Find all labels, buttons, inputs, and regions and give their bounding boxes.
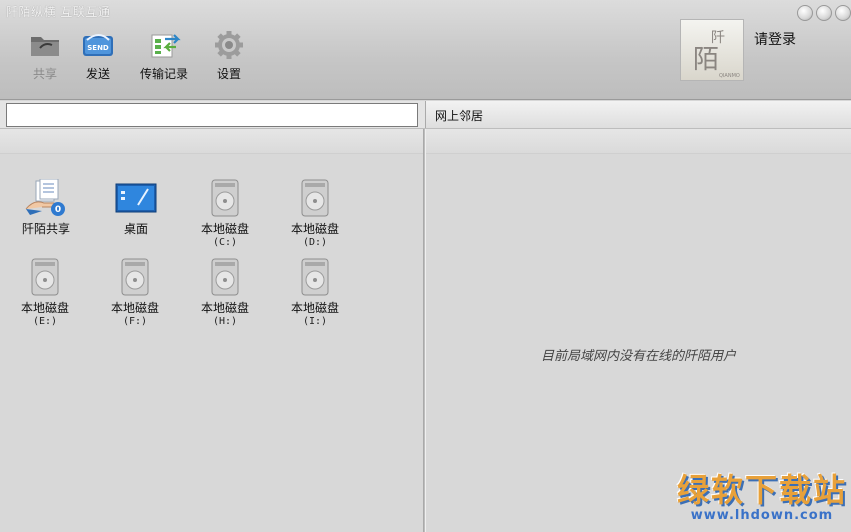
share-label: 共享 [32, 67, 57, 81]
disk-icon [121, 258, 149, 296]
drive-letter: (C:) [212, 237, 238, 248]
path-input[interactable] [6, 103, 418, 127]
shared-docs-icon: 0 [25, 179, 65, 216]
transfer-log-label: 传输记录 [139, 67, 188, 81]
file-item-label: 本地磁盘 [200, 222, 249, 236]
file-item-disk-d[interactable]: 本地磁盘 (D:) [275, 179, 355, 248]
window-controls [797, 5, 851, 21]
maximize-button[interactable] [816, 5, 832, 21]
file-item-desktop[interactable]: 桌面 [96, 179, 176, 237]
drive-letter: (H:) [212, 316, 238, 327]
empty-state-message: 目前局域网内没有在线的阡陌用户 [540, 349, 736, 364]
send-label: 发送 [85, 67, 110, 81]
login-link[interactable]: 请登录 [754, 29, 796, 49]
share-button[interactable]: 共享 [22, 30, 68, 88]
svg-text:阡: 阡 [711, 30, 725, 46]
site-watermark: 绿软下载站 www.lhdown.com [676, 472, 848, 530]
close-button[interactable] [835, 5, 851, 21]
toolbar-area: 阡陌纵横 互联互通 共享 SEND 发送 传输记录 设置 阡 陌 QIANMO … [0, 0, 851, 100]
disk-icon [301, 179, 329, 217]
file-item-disk-e[interactable]: 本地磁盘 (E:) [5, 258, 85, 327]
drive-letter: (D:) [302, 237, 328, 248]
file-item-label: 桌面 [123, 222, 148, 236]
network-neighborhood-header: 网上邻居 [425, 101, 851, 128]
minimize-button[interactable] [797, 5, 813, 21]
file-item-disk-c[interactable]: 本地磁盘 (C:) [185, 179, 265, 248]
settings-label: 设置 [216, 67, 241, 81]
disk-icon [301, 258, 329, 296]
disk-icon [31, 258, 59, 296]
local-files-pane: 0 阡陌共享 桌面 本地磁盘 (C:) 本地磁盘 (D:) 本地磁盘 (E:) … [0, 129, 424, 532]
send-icon: SEND [83, 34, 113, 56]
file-item-disk-h[interactable]: 本地磁盘 (H:) [185, 258, 265, 327]
qianmo-logo-icon: 阡 陌 QIANMO [693, 30, 740, 79]
file-item-label: 本地磁盘 [20, 301, 69, 315]
disk-icon [211, 258, 239, 296]
watermark-url: www.lhdown.com [690, 508, 834, 523]
desktop-icon [115, 183, 157, 213]
file-item-label: 阡陌共享 [21, 222, 70, 236]
file-item-disk-f[interactable]: 本地磁盘 (F:) [95, 258, 175, 327]
send-button[interactable]: SEND 发送 [72, 30, 124, 88]
avatar[interactable]: 阡 陌 QIANMO [680, 19, 744, 81]
file-item-qianmo-share[interactable]: 0 阡陌共享 [6, 179, 86, 237]
drive-letter: (E:) [32, 316, 58, 327]
svg-text:SEND: SEND [87, 44, 109, 52]
app-title: 阡陌纵横 互联互通 [6, 5, 111, 19]
file-item-label: 本地磁盘 [290, 222, 339, 236]
folder-share-icon [31, 37, 59, 56]
file-item-label: 本地磁盘 [200, 301, 249, 315]
transfer-log-icon [151, 34, 181, 58]
left-pane-header [0, 129, 424, 154]
file-item-label: 本地磁盘 [110, 301, 159, 315]
svg-text:陌: 陌 [693, 45, 719, 75]
drive-letter: (I:) [302, 316, 328, 327]
share-count-badge: 0 [55, 205, 61, 215]
svg-text:QIANMO: QIANMO [719, 73, 740, 79]
watermark-title: 绿软下载站 [676, 471, 847, 509]
transfer-log-button[interactable]: 传输记录 [128, 30, 200, 88]
drive-letter: (F:) [122, 316, 148, 327]
address-row: 网上邻居 [0, 101, 851, 129]
right-pane-header [426, 129, 851, 154]
settings-button[interactable]: 设置 [204, 30, 254, 88]
file-item-disk-i[interactable]: 本地磁盘 (I:) [275, 258, 355, 327]
gear-icon [215, 31, 243, 59]
disk-icon [211, 179, 239, 217]
file-item-label: 本地磁盘 [290, 301, 339, 315]
main-toolbar: 共享 SEND 发送 传输记录 设置 [22, 30, 258, 88]
